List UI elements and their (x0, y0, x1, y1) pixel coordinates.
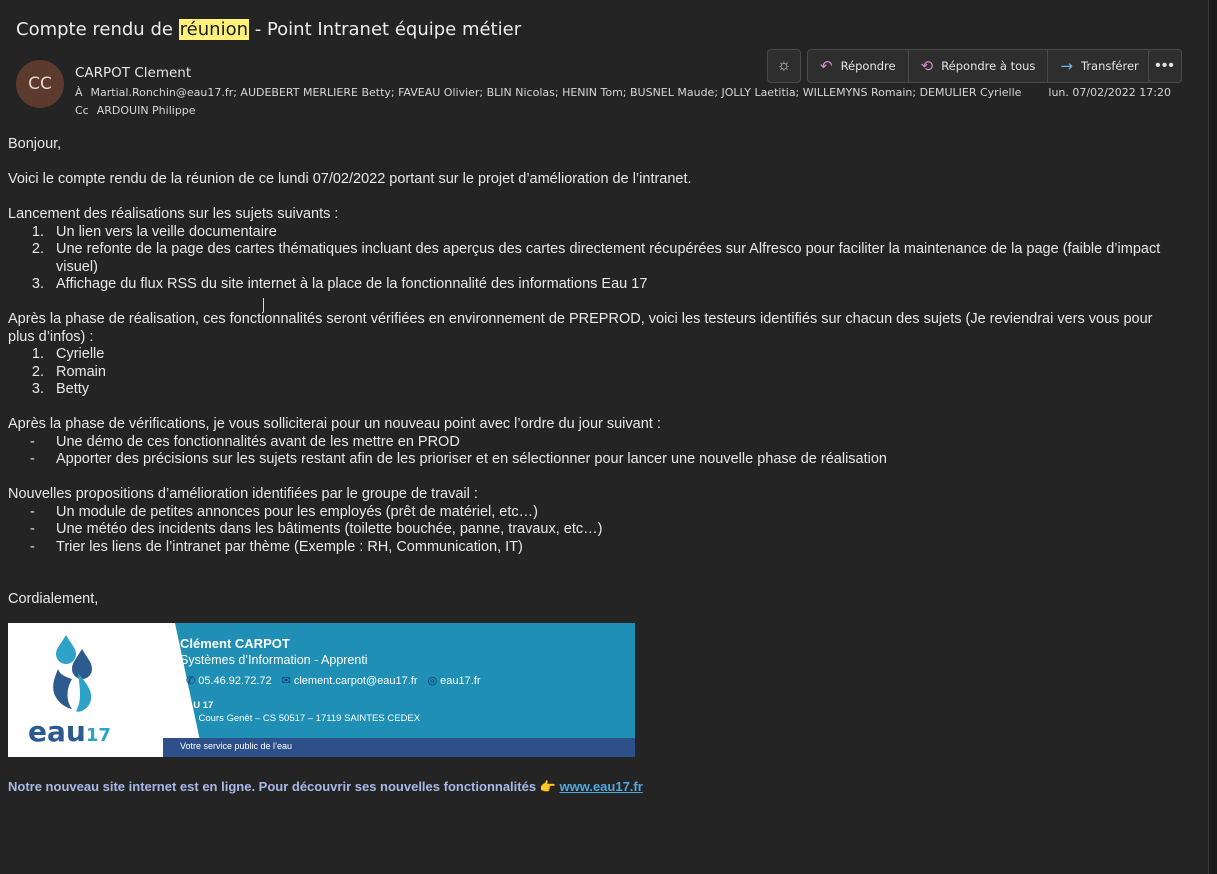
forward-button[interactable]: → Transférer (1048, 50, 1150, 82)
list-item: - Une démo de ces fonctionnalités avant d… (30, 433, 460, 450)
promo-text: Notre nouveau site internet est en ligne… (8, 779, 560, 794)
window-edge (1208, 0, 1217, 874)
reply-label: Répondre (840, 59, 896, 73)
subject-text-end: - Point Intranet équipe métier (249, 19, 522, 40)
theme-toggle-button[interactable]: ☼ (767, 49, 801, 83)
list-item: 2. Romain (31, 363, 106, 380)
signature-tagline: Votre service public de l’eau (180, 741, 293, 751)
reply-all-icon: ⟲ (920, 57, 934, 75)
eau17-logo: eau17 (28, 715, 111, 748)
subject-text-start: Compte rendu de (16, 19, 179, 40)
sender-name[interactable]: CARPOT Clement (75, 65, 191, 81)
email-date: lun. 07/02/2022 17:20 (1048, 86, 1171, 99)
next-meeting-title: Après la phase de vérifications, je vous… (8, 416, 661, 432)
cc-recipients[interactable]: ARDOUIN Philippe (97, 104, 196, 117)
reply-icon: ↶ (820, 57, 833, 75)
list-item: 3. Betty (31, 381, 90, 397)
mail-icon: ✉ (281, 675, 291, 687)
email-subject: Compte rendu de réunion - Point Intranet… (16, 19, 521, 40)
signature-email[interactable]: clement.carpot@eau17.fr (294, 675, 418, 687)
testers-title: Après la phase de réalisation, ces fonct… (8, 311, 1153, 345)
to-recipients[interactable]: Martial.Ronchin@eau17.fr; AUDEBERT MERLI… (91, 86, 1022, 99)
signature-contacts: ✆ 05.46.92.72.72 ✉ clement.carpot@eau17.fr… (186, 674, 481, 687)
list-item: 1. Cyrielle (31, 346, 105, 362)
website-link[interactable]: www.eau17.fr (559, 779, 642, 794)
reply-all-button[interactable]: ⟲ Répondre à tous (909, 50, 1049, 82)
signature-org: EAU 17 (180, 700, 214, 711)
closing: Cordialement, (8, 591, 99, 607)
proposals-title: Nouvelles propositions d’amélioration id… (8, 486, 478, 502)
email-body: Bonjour, Voici le compte rendu de la réu… (8, 136, 1168, 609)
reply-button[interactable]: ↶ Répondre (808, 50, 909, 82)
cc-label: Cc (75, 104, 89, 117)
intro-paragraph: Voici le compte rendu de la réunion de c… (8, 171, 692, 187)
sun-icon: ☼ (776, 57, 792, 74)
next-meeting-list: - Une démo de ces fonctionnalités avant d… (8, 434, 1168, 469)
logo-word-eau: eau (28, 715, 86, 748)
email-signature-banner: eau17 Clément CARPOT Systèmes d’Informat… (8, 623, 635, 757)
email-reading-pane: Compte rendu de réunion - Point Intranet… (0, 0, 1208, 874)
sender-avatar[interactable]: CC (16, 60, 64, 108)
launch-title: Lancement des réalisations sur les sujet… (8, 206, 339, 222)
signature-website[interactable]: eau17.fr (440, 675, 480, 687)
promo-line: Notre nouveau site internet est en ligne… (8, 779, 643, 795)
forward-label: Transférer (1080, 59, 1139, 73)
phone-icon: ✆ (186, 675, 196, 687)
reply-toolbar: ↶ Répondre ⟲ Répondre à tous → Transfére… (807, 49, 1152, 83)
recipients-to: À Martial.Ronchin@eau17.fr; AUDEBERT MERL… (75, 86, 1021, 99)
signature-role: Systèmes d’Information - Apprenti (180, 653, 368, 667)
forward-icon: → (1060, 57, 1073, 75)
water-drops-logo-icon (53, 635, 92, 712)
ellipsis-icon: ••• (1155, 57, 1175, 74)
list-item: - Une météo des incidents dans les bâtime… (30, 521, 603, 537)
list-item: - Un module de petites annonces pour les … (30, 503, 538, 520)
list-item: - Apporter des précisions sur les sujets … (30, 451, 887, 467)
signature-phone: 05.46.92.72.72 (198, 675, 272, 687)
text-cursor (263, 298, 264, 312)
globe-icon: ◎ (427, 675, 438, 687)
list-item: 3. Affichage du flux RSS du site internet… (31, 276, 648, 292)
greeting: Bonjour, (8, 136, 62, 152)
more-actions-button[interactable]: ••• (1148, 49, 1182, 83)
reply-all-label: Répondre à tous (941, 59, 1036, 73)
testers-list: 1. Cyrielle 2. Romain 3. Betty (8, 346, 1168, 399)
to-label: À (75, 86, 83, 99)
subject-search-highlight: réunion (178, 19, 249, 40)
list-item: 1. Un lien vers la veille documentaire (31, 223, 277, 240)
signature-address: 131 Cours Genêt – CS 50517 – 17119 SAINT… (180, 713, 421, 724)
recipients-cc: Cc ARDOUIN Philippe (75, 104, 196, 117)
list-item: - Trier les liens de l’intranet par thème… (30, 538, 523, 555)
list-item: 2. Une refonte de la page des cartes thém… (31, 241, 1161, 275)
proposals-list: - Un module de petites annonces pour les … (8, 504, 1168, 557)
launch-list: 1. Un lien vers la veille documentaire 2.… (8, 224, 1168, 294)
logo-number-17: 17 (85, 725, 111, 746)
signature-name: Clément CARPOT (180, 636, 290, 651)
